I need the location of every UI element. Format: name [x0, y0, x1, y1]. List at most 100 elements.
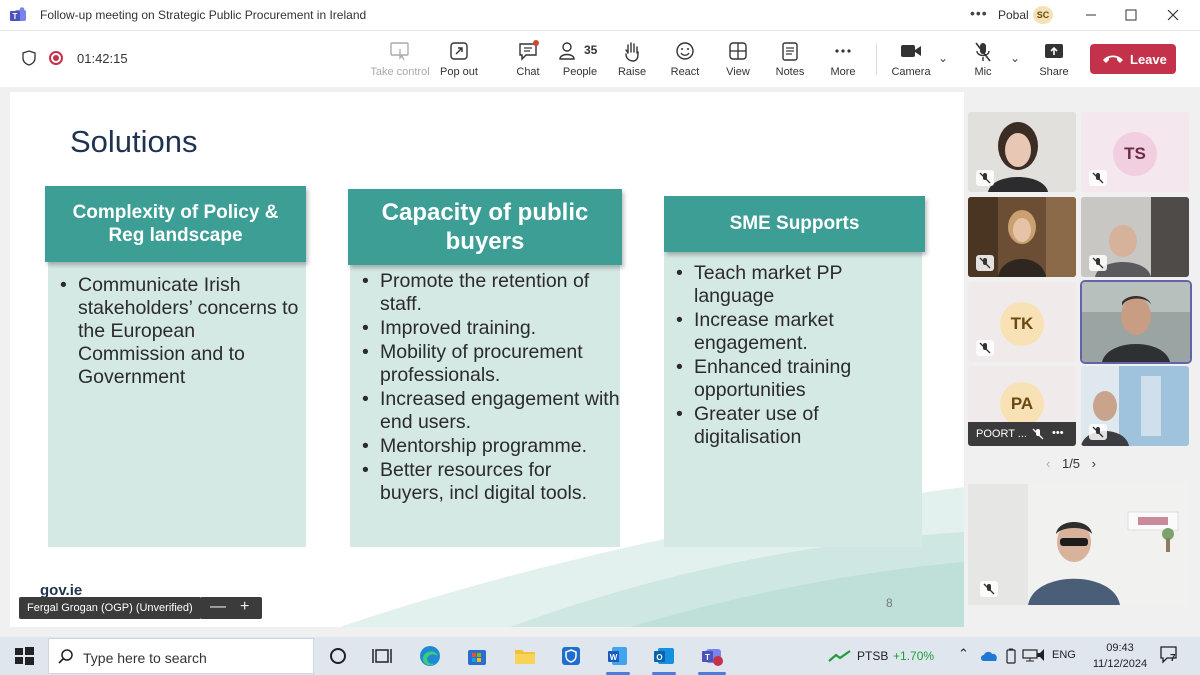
chat-button[interactable]: Chat: [498, 37, 558, 83]
mic-muted-icon: [1089, 424, 1107, 440]
recording-indicator-icon: [49, 51, 63, 65]
camera-options-chevron-icon[interactable]: ⌄: [938, 51, 948, 65]
list-item: Better resources for buyers, incl digita…: [362, 459, 620, 505]
mic-options-chevron-icon[interactable]: ⌄: [1010, 51, 1020, 65]
list-item: Mobility of procurement professionals.: [362, 341, 620, 387]
meeting-timer: 01:42:15: [77, 51, 128, 66]
mic-muted-icon: [1032, 428, 1044, 440]
task-view-icon[interactable]: [370, 644, 394, 668]
list-item: Increase market engagement.: [676, 309, 922, 355]
participant-tile[interactable]: TK: [968, 282, 1076, 362]
toolbar-divider: [876, 43, 877, 75]
active-speaker-video-tile[interactable]: [1082, 282, 1190, 362]
column-1-bullets: Communicate Irish stakeholders’ concerns…: [48, 262, 306, 389]
window-more-button[interactable]: •••: [970, 5, 988, 21]
file-explorer-icon[interactable]: [513, 644, 537, 668]
participant-name-chip: POORT ... •••: [968, 422, 1076, 446]
participant-tile[interactable]: TS: [1081, 112, 1189, 192]
search-placeholder: Type here to search: [83, 650, 207, 666]
more-label: More: [830, 66, 856, 78]
notes-button[interactable]: Notes: [760, 37, 820, 83]
shared-slide: Solutions Communicate Irish stakeholders…: [10, 92, 964, 627]
chevron-up-icon[interactable]: ⌃: [958, 646, 969, 662]
outlook-icon[interactable]: O: [652, 644, 676, 668]
column-1-body: Communicate Irish stakeholders’ concerns…: [48, 262, 306, 547]
camera-icon: [901, 45, 921, 57]
stock-ticker[interactable]: PTSB: [857, 649, 888, 663]
zoom-in-button[interactable]: +: [240, 598, 249, 616]
mic-button[interactable]: Mic: [953, 37, 1013, 83]
clock-time: 09:43: [1106, 642, 1134, 654]
volume-icon[interactable]: [1036, 648, 1050, 662]
window-title: Follow-up meeting on Strategic Public Pr…: [40, 8, 367, 22]
participant-initials: PA: [1000, 382, 1044, 426]
stock-chart-icon[interactable]: [828, 649, 852, 663]
cortana-icon[interactable]: [326, 644, 350, 668]
self-view-video[interactable]: [968, 484, 1188, 605]
leave-button[interactable]: Leave: [1090, 44, 1176, 74]
minimize-icon[interactable]: [1076, 4, 1106, 26]
participant-more-button[interactable]: •••: [1052, 427, 1064, 439]
participant-tile[interactable]: PA POORT ... •••: [968, 366, 1076, 446]
mic-label: Mic: [974, 66, 992, 78]
windows-taskbar: Type here to search W O T PTSB +1.70% ⌃ …: [0, 637, 1200, 675]
mic-muted-icon: [976, 255, 994, 271]
participant-name: POORT ...: [976, 428, 1027, 440]
share-icon: [1045, 44, 1063, 58]
people-label: People: [562, 66, 598, 78]
list-item: Improved training.: [362, 317, 620, 340]
user-avatar[interactable]: SC: [1033, 6, 1053, 24]
pop-out-button[interactable]: Pop out: [429, 37, 489, 83]
microsoft-store-icon[interactable]: [465, 644, 489, 668]
pop-out-label: Pop out: [440, 66, 478, 78]
battery-icon[interactable]: [1005, 648, 1017, 664]
pop-out-icon: [450, 42, 468, 60]
svg-text:W: W: [610, 653, 618, 662]
leave-label: Leave: [1130, 52, 1167, 67]
take-control-button[interactable]: Take control: [370, 37, 430, 83]
word-icon[interactable]: W: [606, 644, 630, 668]
react-button[interactable]: React: [655, 37, 715, 83]
list-item: Mentorship programme.: [362, 435, 620, 458]
mic-muted-icon: [980, 581, 998, 597]
account-name[interactable]: Pobal: [998, 8, 1029, 22]
edge-browser-icon[interactable]: [418, 644, 442, 668]
meeting-toolbar: 01:42:15 Take control Pop out Chat Peopl…: [0, 31, 1200, 87]
shield-icon[interactable]: [22, 50, 36, 66]
take-control-icon: [390, 42, 409, 61]
people-button[interactable]: People: [550, 37, 610, 83]
close-icon[interactable]: [1158, 4, 1188, 26]
notification-center-button[interactable]: 7: [1158, 644, 1180, 666]
camera-button[interactable]: Camera: [881, 37, 941, 83]
list-item: Enhanced training opportunities: [676, 356, 922, 402]
input-language[interactable]: ENG: [1052, 649, 1076, 661]
chat-unread-badge: [533, 40, 539, 46]
participant-video-tile[interactable]: [968, 197, 1076, 277]
view-button[interactable]: View: [708, 37, 768, 83]
column-3-heading: SME Supports: [664, 196, 925, 252]
react-label: React: [670, 66, 700, 78]
column-1-heading: Complexity of Policy & Reg landscape: [45, 186, 306, 262]
notes-label: Notes: [775, 66, 805, 78]
share-button[interactable]: Share: [1024, 37, 1084, 83]
taskbar-search-box[interactable]: Type here to search: [48, 638, 314, 674]
participant-video-tile[interactable]: [968, 112, 1076, 192]
security-app-icon[interactable]: [559, 644, 583, 668]
onedrive-cloud-icon[interactable]: [980, 650, 998, 662]
windows-start-icon[interactable]: [12, 644, 36, 668]
participant-video-tile[interactable]: [1081, 366, 1189, 446]
system-clock[interactable]: 09:43 11/12/2024: [1090, 640, 1150, 672]
chevron-right-icon[interactable]: ›: [1092, 456, 1096, 471]
maximize-icon[interactable]: [1116, 4, 1146, 26]
zoom-out-button[interactable]: —: [210, 598, 226, 616]
raise-hand-button[interactable]: Raise: [602, 37, 662, 83]
grid-view-icon: [729, 42, 747, 60]
view-label: View: [726, 66, 750, 78]
teams-icon[interactable]: T: [700, 644, 724, 668]
participant-video-tile[interactable]: [1081, 197, 1189, 277]
gallery-pager: ‹ 1/5 ›: [1046, 456, 1096, 471]
more-button[interactable]: More: [813, 37, 873, 83]
clock-date: 11/12/2024: [1092, 658, 1148, 670]
stock-change: +1.70%: [893, 649, 935, 663]
chevron-left-icon[interactable]: ‹: [1046, 456, 1050, 471]
